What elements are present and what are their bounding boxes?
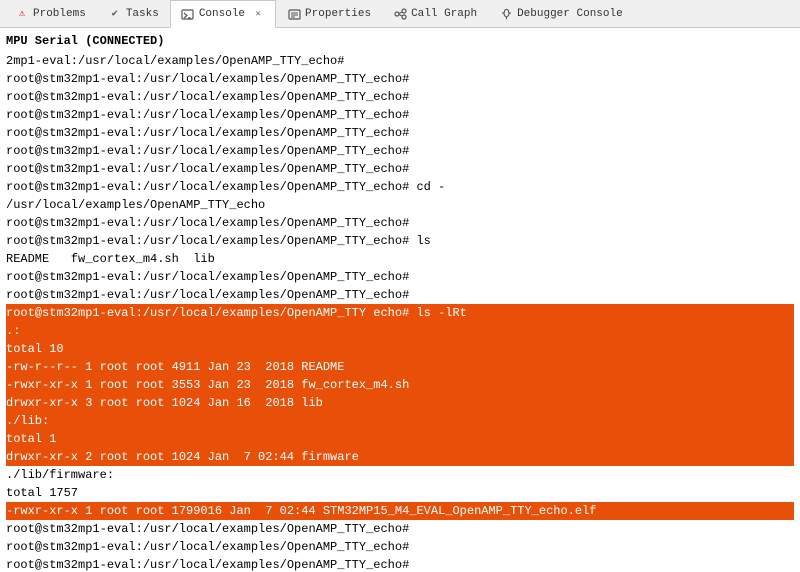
console-line: root@stm32mp1-eval:/usr/local/examples/O… [6, 520, 794, 538]
console-line: ./lib: [6, 412, 794, 430]
console-line: root@stm32mp1-eval:/usr/local/examples/O… [6, 214, 794, 232]
tab-console[interactable]: Console ✕ [170, 0, 276, 28]
console-line: root@stm32mp1-eval:/usr/local/examples/O… [6, 124, 794, 142]
console-line: .: [6, 322, 794, 340]
console-line: root@stm32mp1-eval:/usr/local/examples/O… [6, 268, 794, 286]
debugger-icon [499, 7, 513, 21]
console-icon [181, 7, 195, 21]
tab-bar: ⚠ Problems ✔ Tasks Console ✕ Properties … [0, 0, 800, 28]
problems-icon: ⚠ [15, 7, 29, 21]
console-line: -rwxr-xr-x 1 root root 1799016 Jan 7 02:… [6, 502, 794, 520]
console-line: /usr/local/examples/OpenAMP_TTY_echo [6, 196, 794, 214]
console-close-button[interactable]: ✕ [251, 7, 265, 21]
tab-callgraph[interactable]: Call Graph [382, 0, 488, 28]
console-line: -rwxr-xr-x 1 root root 3553 Jan 23 2018 … [6, 376, 794, 394]
console-line: root@stm32mp1-eval:/usr/local/examples/O… [6, 106, 794, 124]
callgraph-icon [393, 7, 407, 21]
properties-icon [287, 7, 301, 21]
tab-tasks-label: Tasks [126, 8, 159, 20]
console-line: root@stm32mp1-eval:/usr/local/examples/O… [6, 232, 794, 250]
console-line: root@stm32mp1-eval:/usr/local/examples/O… [6, 178, 794, 196]
console-line: root@stm32mp1-eval:/usr/local/examples/O… [6, 556, 794, 572]
console-line: total 10 [6, 340, 794, 358]
tab-properties-label: Properties [305, 8, 371, 20]
tab-console-label: Console [199, 8, 245, 20]
tab-tasks[interactable]: ✔ Tasks [97, 0, 170, 28]
console-line: drwxr-xr-x 3 root root 1024 Jan 16 2018 … [6, 394, 794, 412]
console-line: root@stm32mp1-eval:/usr/local/examples/O… [6, 538, 794, 556]
tab-debugger-label: Debugger Console [517, 8, 623, 20]
console-line: total 1 [6, 430, 794, 448]
console-lines: 2mp1-eval:/usr/local/examples/OpenAMP_TT… [6, 52, 794, 572]
console-line: root@stm32mp1-eval:/usr/local/examples/O… [6, 304, 794, 322]
tab-callgraph-label: Call Graph [411, 8, 477, 20]
console-line: ./lib/firmware: [6, 466, 794, 484]
console-line: root@stm32mp1-eval:/usr/local/examples/O… [6, 160, 794, 178]
console-line: root@stm32mp1-eval:/usr/local/examples/O… [6, 286, 794, 304]
tab-problems-label: Problems [33, 8, 86, 20]
console-line: total 1757 [6, 484, 794, 502]
tab-properties[interactable]: Properties [276, 0, 382, 28]
tab-debugger[interactable]: Debugger Console [488, 0, 634, 28]
console-output: MPU Serial (CONNECTED) 2mp1-eval:/usr/lo… [0, 28, 800, 572]
console-line: root@stm32mp1-eval:/usr/local/examples/O… [6, 142, 794, 160]
console-line: drwxr-xr-x 2 root root 1024 Jan 7 02:44 … [6, 448, 794, 466]
console-line: README fw_cortex_m4.sh lib [6, 250, 794, 268]
console-line: 2mp1-eval:/usr/local/examples/OpenAMP_TT… [6, 52, 794, 70]
console-line: root@stm32mp1-eval:/usr/local/examples/O… [6, 88, 794, 106]
console-line: -rw-r--r-- 1 root root 4911 Jan 23 2018 … [6, 358, 794, 376]
console-line: root@stm32mp1-eval:/usr/local/examples/O… [6, 70, 794, 88]
tab-problems[interactable]: ⚠ Problems [4, 0, 97, 28]
console-title: MPU Serial (CONNECTED) [6, 32, 794, 50]
tasks-icon: ✔ [108, 7, 122, 21]
